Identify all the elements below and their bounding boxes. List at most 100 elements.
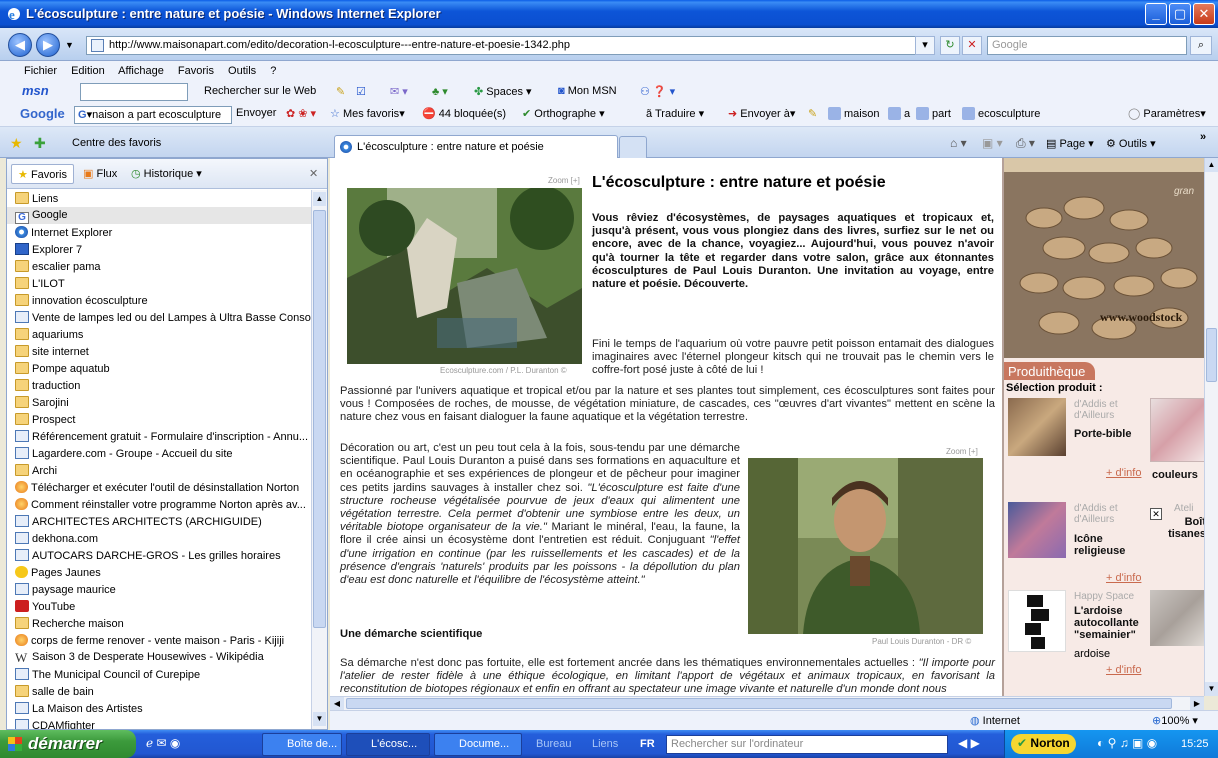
product-name-2[interactable]: couleurs bbox=[1152, 469, 1198, 481]
product-name-5[interactable]: L'ardoise autocollante "semainier" bbox=[1074, 605, 1144, 641]
popup-blocker-button[interactable]: ⛔ 44 bloquée(s) bbox=[422, 107, 506, 120]
mon-msn-button[interactable]: ◙ Mon MSN bbox=[558, 85, 617, 97]
favorite-item[interactable]: traduction bbox=[7, 377, 311, 394]
tab-flux[interactable]: ▣ Flux bbox=[77, 164, 123, 184]
favorite-item[interactable]: Prospect bbox=[7, 411, 311, 428]
favorite-item[interactable]: YouTube bbox=[7, 598, 311, 615]
term-maison[interactable]: maison bbox=[828, 107, 879, 120]
favorite-item[interactable]: Recherche maison bbox=[7, 615, 311, 632]
norton-badge[interactable]: ✔ Norton bbox=[1011, 734, 1076, 754]
close-button[interactable]: ✕ bbox=[1193, 3, 1215, 25]
page-horizontal-scrollbar[interactable]: ◀ ▶ bbox=[330, 696, 1204, 710]
favorite-item[interactable]: CDAMfighter bbox=[7, 717, 311, 729]
favorite-item[interactable]: W Saison 3 de Desperate Housewives - Wiki… bbox=[7, 649, 311, 666]
zoom-level[interactable]: ⊕100% ▾ bbox=[1152, 714, 1198, 727]
menu-affichage[interactable]: Affichage bbox=[118, 65, 164, 77]
page-scroll-down-icon[interactable]: ▼ bbox=[1205, 682, 1218, 696]
start-button[interactable]: démarrer bbox=[0, 730, 136, 758]
scroll-up-icon[interactable]: ▲ bbox=[313, 192, 326, 206]
google-logo[interactable]: Google bbox=[20, 106, 65, 121]
msn-logo[interactable]: msn bbox=[22, 83, 49, 98]
close-pane-icon[interactable]: ✕ bbox=[303, 164, 324, 184]
ecosculpture-photo[interactable] bbox=[347, 188, 582, 364]
liens-toolbar[interactable]: Liens bbox=[592, 738, 618, 750]
highlight-pen-icon[interactable]: ✎ bbox=[808, 107, 817, 120]
product-link-5[interactable]: + d'info bbox=[1106, 664, 1141, 676]
envoyer-button[interactable]: Envoyer bbox=[236, 107, 276, 119]
history-dropdown-icon[interactable]: ▼ bbox=[65, 40, 74, 50]
stop-icon[interactable]: ✕ bbox=[962, 36, 982, 55]
messenger-icon[interactable]: ♣ ▾ bbox=[432, 85, 448, 98]
refresh-icon[interactable]: ↻ bbox=[940, 36, 960, 55]
favorite-item[interactable]: Pompe aquatub bbox=[7, 360, 311, 377]
address-dropdown-icon[interactable]: ▾ bbox=[915, 36, 935, 55]
page-hscroll-thumb[interactable] bbox=[346, 698, 1172, 709]
back-button[interactable]: ◀ bbox=[8, 33, 32, 57]
term-a[interactable]: a bbox=[888, 107, 910, 120]
parametres-button[interactable]: ◯ Paramètres▾ bbox=[1128, 107, 1206, 120]
feeds-icon[interactable]: ▣ ▾ bbox=[982, 136, 1003, 150]
minimize-button[interactable]: _ bbox=[1145, 3, 1167, 25]
product-image-ardoise[interactable] bbox=[1008, 590, 1066, 652]
tray-icons[interactable]: ◐ ⚲ ♫ ▣ ◉ bbox=[1097, 736, 1157, 750]
favorite-item[interactable]: Internet Explorer bbox=[7, 224, 311, 241]
page-scroll-left-icon[interactable]: ◀ bbox=[330, 697, 344, 710]
window-title-bar[interactable]: e L'écosculpture : entre nature et poési… bbox=[0, 0, 1218, 28]
add-favorite-icon[interactable]: ✚ bbox=[34, 135, 46, 152]
menu-help[interactable]: ? bbox=[270, 65, 276, 77]
task-ecosculpture[interactable]: L'écosc... bbox=[346, 733, 430, 756]
desktop-search-input[interactable]: Rechercher sur l'ordinateur bbox=[666, 735, 948, 754]
favorite-item[interactable]: innovation écosculpture bbox=[7, 292, 311, 309]
favorite-item[interactable]: aquariums bbox=[7, 326, 311, 343]
favorite-item[interactable]: G Google bbox=[7, 207, 311, 224]
search-icon[interactable]: ⌕ bbox=[1190, 36, 1212, 55]
favorite-item[interactable]: Pages Jaunes bbox=[7, 564, 311, 581]
home-icon[interactable]: ⌂ ▾ bbox=[950, 136, 967, 150]
forward-button[interactable]: ▶ bbox=[36, 33, 60, 57]
centre-favoris-label[interactable]: Centre des favoris bbox=[72, 137, 161, 149]
product-image-couleurs[interactable] bbox=[1150, 398, 1204, 462]
task-boite[interactable]: Boîte de... bbox=[262, 733, 342, 756]
product-name-3[interactable]: Icône religieuse bbox=[1074, 533, 1130, 557]
page-vertical-scrollbar[interactable]: ▲ ▼ bbox=[1204, 158, 1218, 696]
product-image-porte-bible[interactable] bbox=[1008, 398, 1066, 456]
favorites-scrollbar[interactable]: ▲ ▼ bbox=[311, 190, 327, 729]
page-scroll-thumb[interactable] bbox=[1206, 328, 1217, 382]
mes-favoris-button[interactable]: ☆ Mes favoris▾ bbox=[330, 107, 405, 120]
favorite-item[interactable]: Explorer 7 bbox=[7, 241, 311, 258]
search-arrow-icon[interactable]: ◀ ▶ bbox=[958, 736, 980, 750]
favorite-item[interactable]: paysage maurice bbox=[7, 581, 311, 598]
menu-favoris[interactable]: Favoris bbox=[178, 65, 214, 77]
traduire-button[interactable]: a͂ Traduire ▾ bbox=[646, 107, 704, 120]
envoyer-a-button[interactable]: ➜ Envoyer à▾ bbox=[728, 107, 795, 120]
quick-launch-icons[interactable]: ℯ ✉ ◉ bbox=[146, 736, 180, 750]
scroll-down-icon[interactable]: ▼ bbox=[313, 712, 326, 726]
menu-edition[interactable]: Edition bbox=[71, 65, 105, 77]
print-icon[interactable]: ⎙ ▾ bbox=[1016, 136, 1035, 151]
favorites-scroll-thumb[interactable] bbox=[313, 210, 326, 628]
product-name-4[interactable]: Boît tisanes bbox=[1152, 516, 1204, 540]
orthographe-button[interactable]: ✔ Orthographe ▾ bbox=[522, 107, 605, 120]
msn-search-input[interactable] bbox=[80, 83, 188, 101]
spaces-button[interactable]: ✤ Spaces ▾ bbox=[474, 85, 532, 98]
tab-favoris[interactable]: ★ Favoris bbox=[11, 164, 74, 184]
favorite-item[interactable]: Liens bbox=[7, 190, 311, 207]
address-input[interactable]: http://www.maisonapart.com/edito/decorat… bbox=[86, 36, 931, 55]
woodstock-ad[interactable]: gran www.woodstock bbox=[1004, 158, 1204, 358]
product-image-5b[interactable] bbox=[1150, 590, 1204, 646]
favorite-item[interactable]: dekhona.com bbox=[7, 530, 311, 547]
menu-fichier[interactable]: Fichier bbox=[24, 65, 57, 77]
new-tab-button[interactable] bbox=[619, 136, 647, 158]
menu-outils[interactable]: Outils bbox=[228, 65, 256, 77]
msn-search-button[interactable]: Rechercher sur le Web bbox=[204, 85, 316, 97]
favorites-star-icon[interactable]: ★ bbox=[10, 135, 23, 152]
outils-menu-button[interactable]: ⚙ Outils ▾ bbox=[1106, 137, 1156, 150]
zoom-link-2[interactable]: Zoom [+] bbox=[946, 447, 978, 456]
tab-ecosculpture[interactable]: L'écosculpture : entre nature et poésie bbox=[334, 135, 618, 158]
bureau-toolbar[interactable]: Bureau bbox=[536, 738, 571, 750]
favorite-item[interactable]: escalier pama bbox=[7, 258, 311, 275]
task-document[interactable]: Docume... bbox=[434, 733, 522, 756]
favorite-item[interactable]: La Maison des Artistes bbox=[7, 700, 311, 717]
chevron-more-icon[interactable]: » bbox=[1200, 131, 1206, 143]
mail-icon[interactable]: ✉ ▾ bbox=[390, 85, 408, 98]
